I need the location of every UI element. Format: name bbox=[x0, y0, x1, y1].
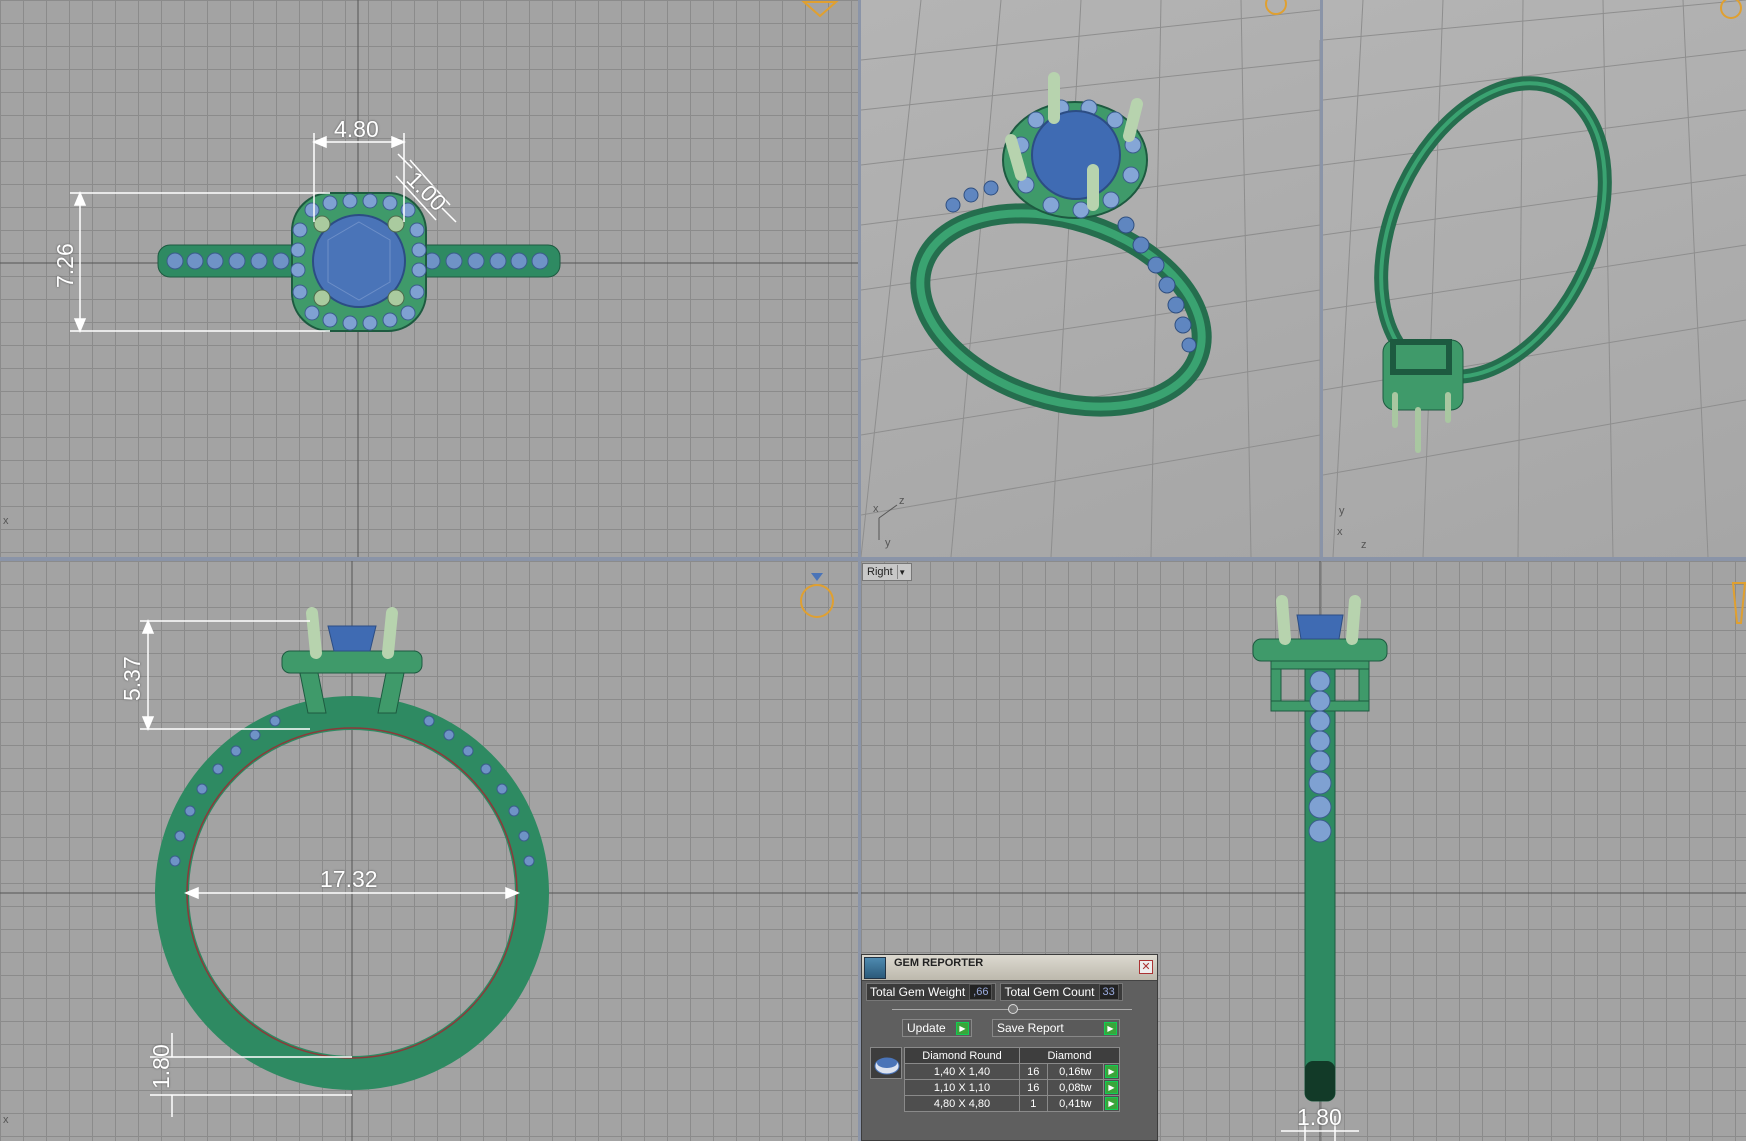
gem-totals: Total Gem Weight ,66 Total Gem Count 33 bbox=[866, 983, 1123, 1001]
perspective-2-drawing bbox=[1323, 0, 1746, 557]
save-report-button[interactable]: Save Report ▶ bbox=[992, 1019, 1120, 1037]
viewport-perspective-1[interactable]: x z y bbox=[861, 0, 1320, 557]
dim-stone-width: 4.80 bbox=[334, 116, 379, 142]
play-icon: ▶ bbox=[1104, 1022, 1117, 1035]
axis-persp1-x: x bbox=[873, 503, 879, 515]
total-count-value: 33 bbox=[1098, 984, 1119, 1000]
chevron-down-icon[interactable]: ▼ bbox=[896, 565, 907, 579]
total-weight-box: Total Gem Weight ,66 bbox=[866, 983, 997, 1001]
table-row[interactable]: 1,10 X 1,10 16 0,08tw ▶ bbox=[904, 1079, 1120, 1096]
collapse-handle-icon[interactable] bbox=[1008, 1004, 1018, 1014]
row-go-button[interactable]: ▶ bbox=[1103, 1095, 1120, 1112]
axis-persp2-y: y bbox=[1339, 505, 1345, 517]
gem-table: Diamond Round Diamond 1,40 X 1,40 16 0,1… bbox=[904, 1047, 1120, 1112]
header-material: Diamond bbox=[1019, 1047, 1120, 1064]
center-stone-front bbox=[327, 625, 377, 652]
dim-inner-diameter: 17.32 bbox=[320, 866, 378, 892]
table-row[interactable]: 4,80 X 4,80 1 0,41tw ▶ bbox=[904, 1095, 1120, 1112]
play-icon: ▶ bbox=[1105, 1097, 1118, 1110]
axis-persp2-x: x bbox=[1337, 526, 1343, 538]
ring-gizmo-icon[interactable] bbox=[800, 0, 840, 18]
play-icon: ▶ bbox=[956, 1022, 969, 1035]
play-icon: ▶ bbox=[1105, 1081, 1118, 1094]
total-weight-value: ,66 bbox=[969, 984, 993, 1000]
dim-band-thickness: 1.80 bbox=[148, 1044, 174, 1089]
gem-size: 1,40 X 1,40 bbox=[904, 1063, 1020, 1080]
axis-persp1-z: z bbox=[899, 495, 905, 507]
gem-count: 16 bbox=[1019, 1063, 1048, 1080]
row-go-button[interactable]: ▶ bbox=[1103, 1079, 1120, 1096]
gem-size: 4,80 X 4,80 bbox=[904, 1095, 1020, 1112]
gem-count: 1 bbox=[1019, 1095, 1048, 1112]
table-row[interactable]: 1,40 X 1,40 16 0,16tw ▶ bbox=[904, 1063, 1120, 1080]
gem-thumbnail-icon bbox=[870, 1047, 902, 1079]
ring-gizmo-icon[interactable] bbox=[1716, 0, 1746, 24]
total-count-box: Total Gem Count 33 bbox=[1000, 983, 1123, 1001]
header-shape: Diamond Round bbox=[904, 1047, 1020, 1064]
gem-weight: 0,16tw bbox=[1046, 1063, 1105, 1080]
gem-reporter-icon bbox=[864, 956, 886, 979]
gem-table-header: Diamond Round Diamond bbox=[904, 1047, 1120, 1064]
gem-count: 16 bbox=[1019, 1079, 1048, 1096]
ring-gizmo-icon[interactable] bbox=[1723, 573, 1746, 633]
play-icon: ▶ bbox=[1105, 1065, 1118, 1078]
dim-band-width-side: 1.80 bbox=[1297, 1104, 1342, 1130]
axis-x-front: x bbox=[3, 1114, 9, 1126]
update-label: Update bbox=[907, 1021, 946, 1035]
viewport-front[interactable]: 5.37 17.32 1.80 x bbox=[0, 561, 858, 1141]
axis-persp1-y: y bbox=[885, 537, 891, 549]
gem-weight: 0,41tw bbox=[1046, 1095, 1105, 1112]
axis-persp2-z: z bbox=[1361, 539, 1367, 551]
ring-gizmo-icon[interactable] bbox=[795, 571, 839, 625]
viewport-perspective-2[interactable]: y x z bbox=[1323, 0, 1746, 557]
perspective-1-drawing bbox=[861, 0, 1320, 557]
dim-halo-height: 7.26 bbox=[52, 243, 78, 288]
gem-size: 1,10 X 1,10 bbox=[904, 1079, 1020, 1096]
update-button[interactable]: Update ▶ bbox=[902, 1019, 972, 1037]
top-view-drawing bbox=[0, 0, 858, 557]
front-view-drawing bbox=[0, 561, 858, 1141]
center-stone-persp1 bbox=[1031, 110, 1121, 200]
dim-head-height: 5.37 bbox=[119, 656, 145, 701]
view-selector-label: Right bbox=[867, 566, 893, 578]
viewport-top[interactable]: 4.80 7.26 1.00 x bbox=[0, 0, 858, 557]
row-go-button[interactable]: ▶ bbox=[1103, 1063, 1120, 1080]
gem-reporter-panel[interactable]: GEM REPORTER ✕ Total Gem Weight ,66 Tota… bbox=[861, 954, 1158, 1141]
close-icon[interactable]: ✕ bbox=[1139, 960, 1153, 974]
axis-x-top: x bbox=[3, 515, 9, 527]
gem-reporter-titlebar[interactable]: GEM REPORTER ✕ bbox=[862, 955, 1157, 981]
ring-gizmo-icon[interactable] bbox=[1261, 0, 1291, 20]
gem-weight: 0,08tw bbox=[1046, 1079, 1105, 1096]
gem-reporter-title: GEM REPORTER bbox=[894, 957, 984, 969]
total-count-label: Total Gem Count bbox=[1004, 985, 1095, 999]
save-report-label: Save Report bbox=[997, 1021, 1064, 1035]
center-stone-side bbox=[1296, 614, 1344, 640]
total-weight-label: Total Gem Weight bbox=[870, 985, 966, 999]
view-selector[interactable]: Right ▼ bbox=[862, 563, 912, 581]
